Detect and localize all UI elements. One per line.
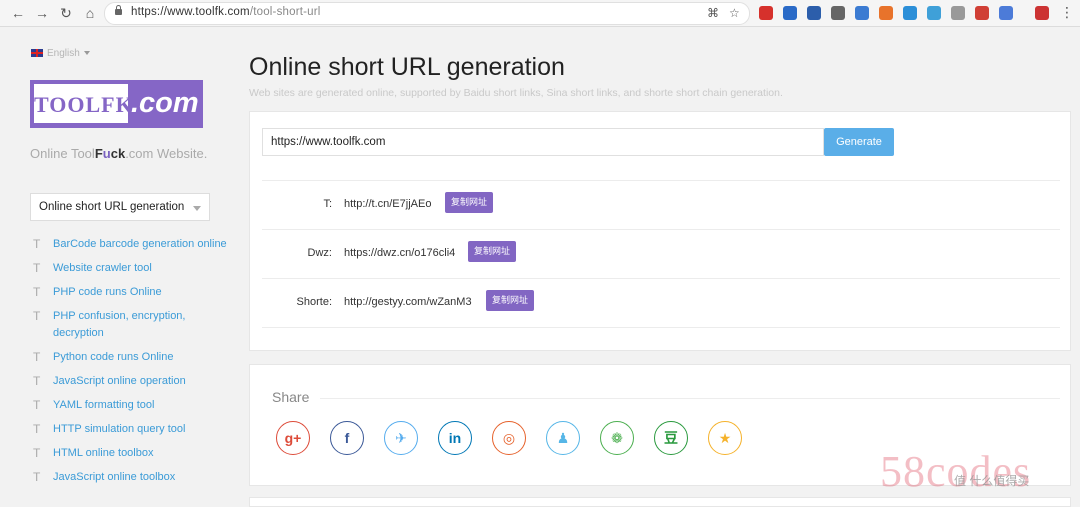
extension-icon[interactable] bbox=[879, 6, 893, 20]
result-row: Dwz: https://dwz.cn/o176cli4 复制网址 bbox=[262, 229, 1060, 278]
short-url-value[interactable]: https://dwz.cn/o176cli4 bbox=[344, 247, 455, 259]
extension-icon[interactable] bbox=[951, 6, 965, 20]
caret-down-icon bbox=[83, 51, 90, 55]
menu-marker: T bbox=[33, 285, 41, 299]
browser-toolbar: ← → ↻ ⌂ https://www.toolfk.com/tool-shor… bbox=[0, 0, 1080, 27]
menu-marker: T bbox=[33, 261, 41, 275]
generator-card: Generate T: http://t.cn/E7jjAEo 复制网址 Dwz: ht… bbox=[249, 111, 1071, 351]
results-list: T: http://t.cn/E7jjAEo 复制网址 Dwz: https://dwz… bbox=[262, 180, 1060, 328]
sidebar-menu-item[interactable]: T BarCode barcode generation online bbox=[30, 236, 230, 253]
menu-marker: T bbox=[33, 237, 41, 251]
uk-flag-icon bbox=[31, 49, 43, 57]
share-heading: Share bbox=[272, 389, 310, 405]
divider bbox=[320, 398, 1060, 399]
sidebar-menu-item[interactable]: T HTML online toolbox bbox=[30, 445, 230, 462]
url-text: https://www.toolfk.com/tool-short-url bbox=[131, 6, 321, 18]
watermark-sub: 值 什么值得买 bbox=[954, 474, 1030, 488]
qq-icon[interactable]: ♟ bbox=[546, 421, 580, 455]
result-label: T: bbox=[323, 198, 332, 210]
sidebar-menu-item[interactable]: T PHP code runs Online bbox=[30, 284, 230, 301]
twitter-icon[interactable]: ✈ bbox=[384, 421, 418, 455]
site-logo[interactable]: TOOLFK .com bbox=[30, 80, 203, 128]
sidebar-menu-item[interactable]: T Website crawler tool bbox=[30, 260, 230, 277]
page-subtitle: Web sites are generated online, supporte… bbox=[249, 87, 783, 99]
extension-icon[interactable] bbox=[855, 6, 869, 20]
generate-button[interactable]: Generate bbox=[824, 128, 894, 156]
sidebar-menu-item[interactable]: T PHP confusion, encryption, decryption bbox=[30, 308, 230, 342]
sidebar-menu-item[interactable]: T HTTP simulation query tool bbox=[30, 421, 230, 438]
weibo-icon[interactable]: ◎ bbox=[492, 421, 526, 455]
site-tagline: Online ToolFuck.com Website. bbox=[30, 146, 208, 161]
chevron-down-icon bbox=[193, 206, 201, 211]
short-url-value[interactable]: http://t.cn/E7jjAEo bbox=[344, 198, 431, 210]
result-label: Dwz: bbox=[307, 247, 332, 259]
linkedin-icon[interactable]: in bbox=[438, 421, 472, 455]
browser-menu-icon[interactable]: ⋮ bbox=[1060, 3, 1074, 21]
short-url-value[interactable]: http://gestyy.com/wZanM3 bbox=[344, 296, 472, 308]
translate-icon[interactable]: ⌘ bbox=[707, 6, 719, 20]
sidebar-menu-item[interactable]: T JavaScript online operation bbox=[30, 373, 230, 390]
menu-marker: T bbox=[33, 374, 41, 388]
extension-icon[interactable] bbox=[903, 6, 917, 20]
extension-icon[interactable] bbox=[783, 6, 797, 20]
copy-url-button[interactable]: 复制网址 bbox=[468, 241, 517, 262]
copy-url-button[interactable]: 复制网址 bbox=[486, 290, 535, 311]
page-title: Online short URL generation bbox=[249, 53, 565, 81]
sidebar-menu-item[interactable]: T YAML formatting tool bbox=[30, 397, 230, 414]
tool-select[interactable]: Online short URL generation bbox=[30, 193, 210, 221]
google-plus-icon[interactable]: g+ bbox=[276, 421, 310, 455]
logo-suffix: .com bbox=[131, 87, 199, 119]
lock-icon bbox=[115, 5, 122, 15]
menu-marker: T bbox=[33, 350, 41, 364]
address-bar[interactable]: https://www.toolfk.com/tool-short-url ⌘ … bbox=[104, 2, 750, 25]
menu-marker: T bbox=[33, 470, 41, 484]
extension-icon[interactable] bbox=[1035, 6, 1049, 20]
menu-marker: T bbox=[33, 309, 41, 323]
menu-marker: T bbox=[33, 398, 41, 412]
language-selector[interactable]: English bbox=[31, 48, 90, 59]
extension-icon[interactable] bbox=[807, 6, 821, 20]
extension-icon[interactable] bbox=[927, 6, 941, 20]
result-row: T: http://t.cn/E7jjAEo 复制网址 bbox=[262, 180, 1060, 229]
extension-icon[interactable] bbox=[759, 6, 773, 20]
result-label: Shorte: bbox=[296, 296, 332, 308]
sidebar-menu-item[interactable]: T JavaScript online toolbox bbox=[30, 469, 230, 486]
sidebar-menu-item[interactable]: T Python code runs Online bbox=[30, 349, 230, 366]
qzone-icon[interactable]: ★ bbox=[708, 421, 742, 455]
copy-url-button[interactable]: 复制网址 bbox=[445, 192, 494, 213]
forward-icon[interactable]: → bbox=[33, 4, 51, 22]
extension-icon[interactable] bbox=[999, 6, 1013, 20]
menu-marker: T bbox=[33, 422, 41, 436]
home-icon[interactable]: ⌂ bbox=[81, 4, 99, 22]
next-card bbox=[249, 497, 1071, 507]
url-input[interactable] bbox=[262, 128, 824, 156]
wechat-icon[interactable]: ❁ bbox=[600, 421, 634, 455]
back-icon[interactable]: ← bbox=[9, 4, 27, 22]
extension-icon[interactable] bbox=[831, 6, 845, 20]
logo-text: TOOLFK bbox=[34, 84, 133, 123]
menu-marker: T bbox=[33, 446, 41, 460]
tool-menu: T BarCode barcode generation online T Websi… bbox=[30, 236, 230, 493]
bookmark-star-icon[interactable]: ☆ bbox=[729, 6, 740, 20]
extension-icon[interactable] bbox=[975, 6, 989, 20]
result-row: Shorte: http://gestyy.com/wZanM3 复制网址 bbox=[262, 278, 1060, 328]
reload-icon[interactable]: ↻ bbox=[57, 4, 75, 22]
douban-icon[interactable]: 豆 bbox=[654, 421, 688, 455]
sidebar: English TOOLFK .com Online ToolFuck.com … bbox=[0, 27, 238, 504]
facebook-icon[interactable]: f bbox=[330, 421, 364, 455]
